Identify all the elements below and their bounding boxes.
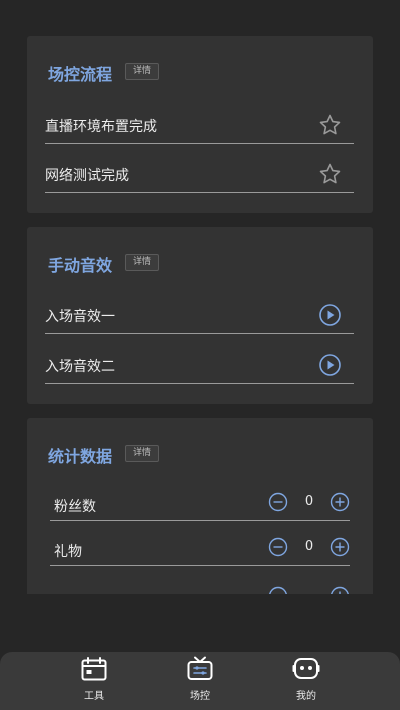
stats-item-row: 礼物 0 — [50, 537, 350, 566]
sound-card-title: 手动音效 — [48, 256, 113, 275]
count-stepper — [268, 586, 350, 594]
stats-item-row: 粉丝数 0 — [50, 492, 350, 521]
plus-circle-icon[interactable] — [330, 586, 350, 594]
flow-card: 场控流程 详情 直播环境布置完成 网络测试完成 — [27, 36, 373, 213]
count-value: 0 — [304, 494, 314, 509]
sound-detail-badge[interactable]: 详情 — [125, 254, 160, 271]
flow-item-row[interactable]: 直播环境布置完成 — [45, 110, 354, 144]
toolbox-icon — [81, 657, 107, 681]
sound-item-label: 入场音效二 — [45, 359, 115, 375]
stats-detail-badge[interactable]: 详情 — [125, 445, 160, 462]
sound-item-row[interactable]: 入场音效二 — [45, 350, 354, 384]
count-stepper: 0 — [268, 537, 350, 561]
flow-detail-badge[interactable]: 详情 — [125, 63, 160, 80]
sound-item-row[interactable]: 入场音效一 — [45, 300, 354, 334]
count-stepper: 0 — [268, 492, 350, 516]
tv-control-icon — [187, 656, 213, 680]
tab-tools-label: 工具 — [84, 691, 104, 702]
stats-card-title: 统计数据 — [48, 447, 113, 466]
stats-card: 统计数据 详情 粉丝数 0 礼物 0 — [27, 418, 373, 594]
stats-item-row-partial — [50, 586, 350, 594]
play-circle-icon[interactable] — [318, 303, 342, 327]
robot-face-icon — [292, 658, 320, 679]
tab-control-label: 场控 — [190, 691, 210, 702]
scroll-content[interactable]: 场控流程 详情 直播环境布置完成 网络测试完成 手动音效 详情 入场音效一 入场… — [0, 0, 400, 594]
tab-mine[interactable]: 我的 — [276, 656, 336, 706]
plus-circle-icon[interactable] — [330, 537, 350, 557]
star-outline-icon[interactable] — [318, 162, 342, 186]
plus-circle-icon[interactable] — [330, 492, 350, 512]
minus-circle-icon[interactable] — [268, 586, 288, 594]
sound-card: 手动音效 详情 入场音效一 入场音效二 — [27, 227, 373, 404]
flow-card-title: 场控流程 — [48, 65, 113, 84]
play-circle-icon[interactable] — [318, 353, 342, 377]
flow-item-label: 网络测试完成 — [45, 168, 129, 184]
stats-item-label: 礼物 — [54, 544, 82, 560]
tab-control[interactable]: 场控 — [170, 656, 230, 706]
count-value: 0 — [304, 539, 314, 554]
flow-item-row[interactable]: 网络测试完成 — [45, 159, 354, 193]
flow-item-label: 直播环境布置完成 — [45, 119, 157, 135]
tab-mine-label: 我的 — [296, 691, 316, 702]
star-outline-icon[interactable] — [318, 113, 342, 137]
bottom-tab-bar: 工具 场控 我的 — [0, 652, 400, 710]
minus-circle-icon[interactable] — [268, 537, 288, 557]
sound-item-label: 入场音效一 — [45, 309, 115, 325]
stats-item-label: 粉丝数 — [54, 499, 96, 515]
tab-tools[interactable]: 工具 — [64, 656, 124, 706]
minus-circle-icon[interactable] — [268, 492, 288, 512]
